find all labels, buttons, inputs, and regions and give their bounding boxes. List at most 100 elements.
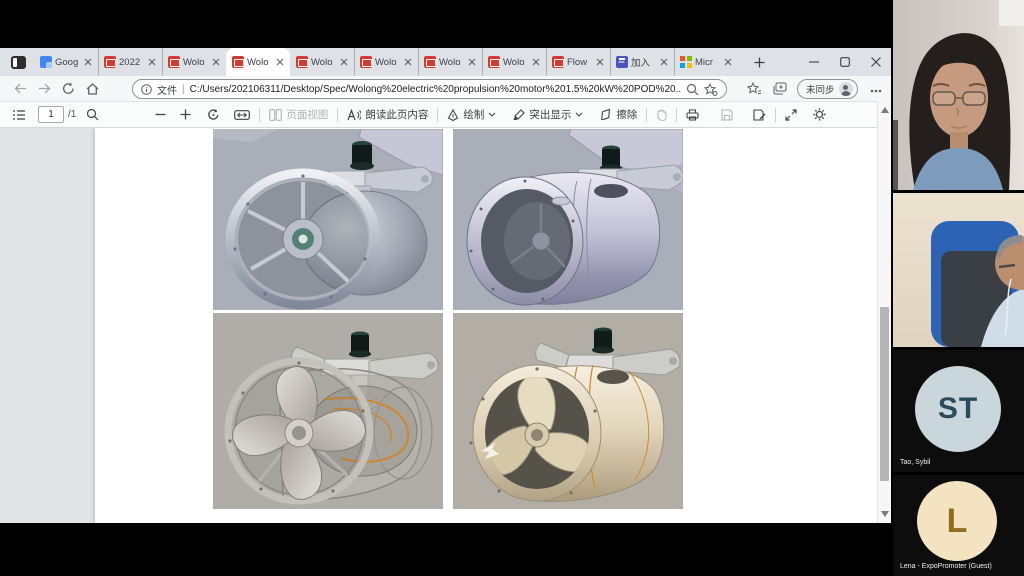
rotate-icon (207, 108, 220, 121)
table-of-contents-icon (12, 109, 26, 121)
zoom-page-icon[interactable] (686, 83, 699, 96)
fit-to-width-button[interactable] (230, 104, 254, 126)
tab-actions-button[interactable] (6, 53, 30, 72)
tab-pdf-wolong-2[interactable]: Wolo (290, 48, 354, 76)
tab-close-icon[interactable] (339, 57, 349, 67)
teams-icon (616, 56, 628, 68)
toc-button[interactable] (8, 104, 30, 126)
highlight-button[interactable]: 突出显示 (508, 104, 587, 126)
tab-microsoft[interactable]: Micr (674, 48, 738, 76)
tab-close-icon[interactable] (275, 57, 285, 67)
search-document-button[interactable] (82, 104, 103, 126)
scrollbar-thumb[interactable] (880, 307, 889, 481)
shared-screen-region: Goog 2022 Wolo Wolo (0, 0, 893, 576)
rotate-button[interactable] (203, 104, 224, 126)
tab-pdf-wolong-5[interactable]: Wolo (482, 48, 546, 76)
read-aloud-button[interactable]: 朗读此页内容 (343, 104, 432, 126)
pdf-settings-button[interactable] (809, 104, 830, 126)
back-button[interactable] (8, 78, 32, 100)
avatar-initials: L (947, 502, 968, 541)
tab-pdf-flow[interactable]: Flow (546, 48, 610, 76)
scroll-up-icon[interactable] (881, 107, 889, 113)
participant-video-1[interactable] (893, 0, 1024, 190)
participant-avatar-st[interactable]: ST Tao, Sybil (893, 350, 1024, 472)
tab-pdf-wolong-1[interactable]: Wolo (162, 48, 226, 76)
save-as-icon (753, 109, 766, 121)
participant-name: Tao, Sybil (900, 459, 930, 466)
tab-close-icon[interactable] (595, 57, 605, 67)
chevron-down-icon (575, 112, 583, 117)
new-tab-button[interactable] (748, 52, 770, 72)
print-button[interactable] (682, 104, 703, 126)
tab-label: Micr (695, 57, 720, 68)
maximize-button[interactable] (829, 48, 860, 76)
tab-close-icon[interactable] (211, 57, 221, 67)
workspaces-icon (11, 56, 26, 69)
tab-pdf-2022[interactable]: 2022 (98, 48, 162, 76)
toolbar-separator (646, 108, 647, 122)
tab-label: Wolo (311, 57, 336, 68)
tab-pdf-wolong-active[interactable]: Wolo (226, 48, 290, 76)
close-window-button[interactable] (860, 48, 891, 76)
read-aloud-label: 朗读此页内容 (365, 107, 428, 122)
tab-close-icon[interactable] (83, 57, 93, 67)
cad-thruster-closed-duct (453, 129, 683, 310)
scroll-down-icon[interactable] (881, 511, 889, 517)
page-number-value: 1 (48, 109, 54, 120)
tab-close-icon[interactable] (531, 57, 541, 67)
webcam-video-man (893, 193, 1024, 347)
tab-close-icon[interactable] (467, 57, 477, 67)
refresh-button[interactable] (56, 78, 80, 100)
page-number-input[interactable]: 1 (38, 106, 64, 123)
tab-close-icon[interactable] (723, 57, 733, 67)
save-button[interactable] (717, 104, 737, 126)
page-view-button[interactable]: 页面视图 (265, 104, 332, 126)
participant-video-2[interactable] (893, 193, 1024, 347)
erase-label: 擦除 (616, 107, 637, 122)
home-icon (86, 83, 99, 95)
close-icon (871, 57, 881, 67)
home-button[interactable] (80, 78, 104, 100)
tab-google[interactable]: Goog (34, 48, 98, 76)
tab-label: 2022 (119, 57, 144, 68)
save-icon (721, 109, 733, 121)
toolbar-separator (437, 108, 438, 122)
participant-name: Lena - ExpoPromoter (Guest) (900, 563, 992, 570)
minimize-button[interactable] (798, 48, 829, 76)
zoom-out-button[interactable] (151, 104, 170, 126)
save-as-button[interactable] (749, 104, 770, 126)
tab-close-icon[interactable] (403, 57, 413, 67)
tab-label: 加入 (631, 55, 656, 69)
favorite-star-icon[interactable] (704, 83, 718, 96)
participant-avatar-lena[interactable]: L Lena - ExpoPromoter (Guest) (893, 475, 1024, 576)
forward-button[interactable] (32, 78, 56, 100)
pdf-icon (232, 56, 244, 68)
highlight-label: 突出显示 (529, 107, 571, 122)
tab-close-icon[interactable] (147, 57, 157, 67)
url-box[interactable]: 文件 | C:/Users/202106311/Desktop/Spec/Wol… (132, 79, 727, 99)
toolbar-separator (676, 108, 677, 122)
favorites-bar-button[interactable] (742, 78, 766, 100)
microsoft-icon (680, 56, 692, 68)
collections-button[interactable] (768, 78, 792, 100)
ellipsis-icon (870, 89, 882, 93)
profile-button[interactable]: 未同步 (797, 79, 858, 99)
tab-teams-join[interactable]: 加入 (610, 48, 674, 76)
chevron-down-icon (488, 112, 496, 117)
tabs-container: Goog 2022 Wolo Wolo (34, 48, 738, 76)
tab-close-icon[interactable] (659, 57, 669, 67)
vertical-scrollbar[interactable] (877, 101, 891, 523)
pdf-icon (360, 56, 372, 68)
hand-tool-button[interactable] (652, 104, 671, 126)
tab-label: Wolo (247, 57, 272, 68)
tab-pdf-wolong-3[interactable]: Wolo (354, 48, 418, 76)
draw-button[interactable]: 绘制 (443, 104, 500, 126)
tab-pdf-wolong-4[interactable]: Wolo (418, 48, 482, 76)
settings-more-button[interactable] (864, 80, 888, 102)
zoom-in-button[interactable] (176, 104, 195, 126)
highlighter-icon (512, 109, 525, 121)
window-controls (798, 48, 891, 76)
fullscreen-button[interactable] (781, 104, 801, 126)
eraser-icon (599, 109, 612, 120)
erase-button[interactable]: 擦除 (595, 104, 641, 126)
